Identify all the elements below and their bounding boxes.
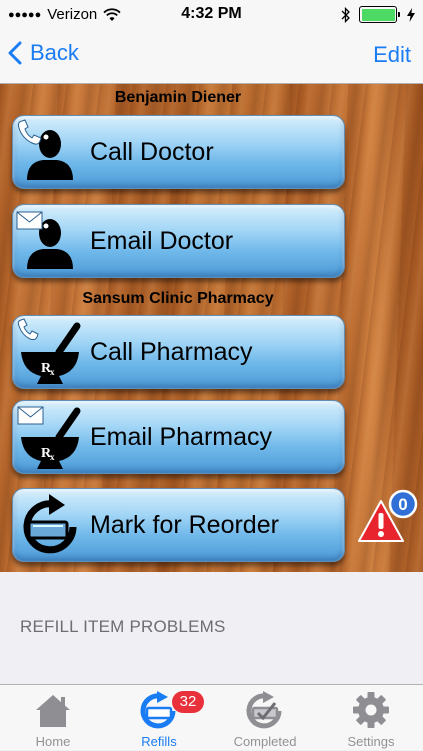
tab-refills-label: Refills	[141, 734, 177, 749]
bluetooth-icon	[341, 6, 350, 23]
call-doctor-button[interactable]: Call Doctor	[12, 115, 345, 189]
pharmacy-name: Sansum Clinic Pharmacy	[82, 290, 274, 307]
tab-settings-label: Settings	[347, 734, 395, 749]
completed-icon	[246, 691, 282, 729]
battery-icon	[359, 6, 400, 23]
call-doctor-label: Call Doctor	[90, 137, 214, 166]
refill-problems-section: REFILL ITEM PROBLEMS	[0, 572, 423, 684]
navigation-bar: Back Edit	[0, 30, 423, 84]
mark-for-reorder-label: Mark for Reorder	[90, 510, 279, 539]
chevron-left-icon	[8, 41, 22, 65]
section-heading: REFILL ITEM PROBLEMS	[20, 617, 226, 636]
doctor-name: Benjamin Diener	[114, 89, 242, 106]
call-pharmacy-icon: R x	[17, 318, 81, 384]
back-button[interactable]: Back	[8, 40, 79, 66]
email-pharmacy-button[interactable]: R x Email Pharmacy	[12, 400, 345, 474]
charging-icon	[407, 7, 415, 22]
tab-home[interactable]: Home	[0, 685, 106, 751]
edit-button[interactable]: Edit	[373, 42, 411, 68]
call-doctor-icon	[17, 119, 73, 180]
warning-icon[interactable]: 0	[357, 487, 421, 543]
alert-count: 0	[398, 495, 407, 514]
reorder-icon	[23, 494, 77, 554]
call-pharmacy-button[interactable]: R x Call Pharmacy	[12, 315, 345, 389]
refills-count-badge: 32	[172, 691, 204, 713]
email-pharmacy-icon: R x	[17, 406, 81, 469]
tab-settings[interactable]: Settings	[318, 685, 423, 751]
home-icon	[36, 695, 70, 727]
back-label: Back	[30, 40, 79, 65]
status-bar: ●●●●● Verizon 4:32 PM	[0, 0, 423, 30]
call-pharmacy-label: Call Pharmacy	[90, 337, 253, 366]
gear-icon	[353, 692, 389, 728]
svg-text:x: x	[50, 452, 55, 462]
svg-text:x: x	[50, 367, 55, 377]
email-doctor-label: Email Doctor	[90, 226, 234, 255]
mark-for-reorder-button[interactable]: Mark for Reorder	[12, 488, 345, 562]
tab-home-label: Home	[35, 734, 71, 749]
email-pharmacy-label: Email Pharmacy	[90, 422, 272, 451]
tab-completed[interactable]: Completed	[212, 685, 318, 751]
email-doctor-button[interactable]: Email Doctor	[12, 204, 345, 278]
tab-bar: Home Refills Completed Settings	[0, 684, 423, 750]
email-doctor-icon	[16, 211, 73, 269]
tab-completed-label: Completed	[233, 734, 297, 749]
